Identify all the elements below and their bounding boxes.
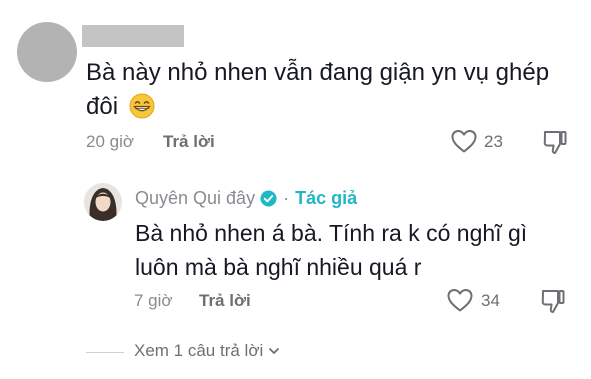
comment-text: Bà này nhỏ nhen vẫn đang giận yn vụ ghép… (86, 56, 556, 124)
dislike-icon[interactable] (539, 287, 567, 315)
reply-like-count: 34 (481, 291, 500, 310)
view-replies-button[interactable]: Xem 1 câu trả lời (134, 341, 281, 361)
chevron-down-icon (269, 348, 280, 354)
profile-photo-icon (84, 183, 122, 221)
author-row: Quyên Qui đây · Tác giả (135, 186, 357, 210)
grinning-face-emoji-icon (129, 93, 155, 119)
verified-badge-icon (260, 189, 277, 207)
comment-time: 20 giờ (86, 132, 135, 151)
reply-text: Bà nhỏ nhen á bà. Tính ra k có nghĩ gì l… (135, 220, 528, 280)
author-avatar[interactable] (84, 183, 122, 221)
view-replies-label: Xem 1 câu trả lời (134, 341, 264, 360)
replies-divider (86, 352, 124, 353)
reply-time: 7 giờ (134, 291, 173, 310)
avatar[interactable] (17, 22, 77, 82)
author-tag: Tác giả (295, 187, 358, 208)
reply-reply-button[interactable]: Trả lời (199, 291, 251, 311)
heart-icon[interactable] (450, 128, 478, 154)
dislike-icon[interactable] (541, 128, 569, 156)
username-redacted (82, 25, 184, 47)
heart-icon[interactable] (446, 287, 474, 313)
reply-button[interactable]: Trả lời (163, 132, 215, 152)
comment-body: Bà này nhỏ nhen vẫn đang giận yn vụ ghép… (86, 59, 550, 120)
separator-dot: · (283, 187, 290, 208)
author-name[interactable]: Quyên Qui đây (135, 188, 255, 209)
like-count: 23 (484, 132, 503, 151)
